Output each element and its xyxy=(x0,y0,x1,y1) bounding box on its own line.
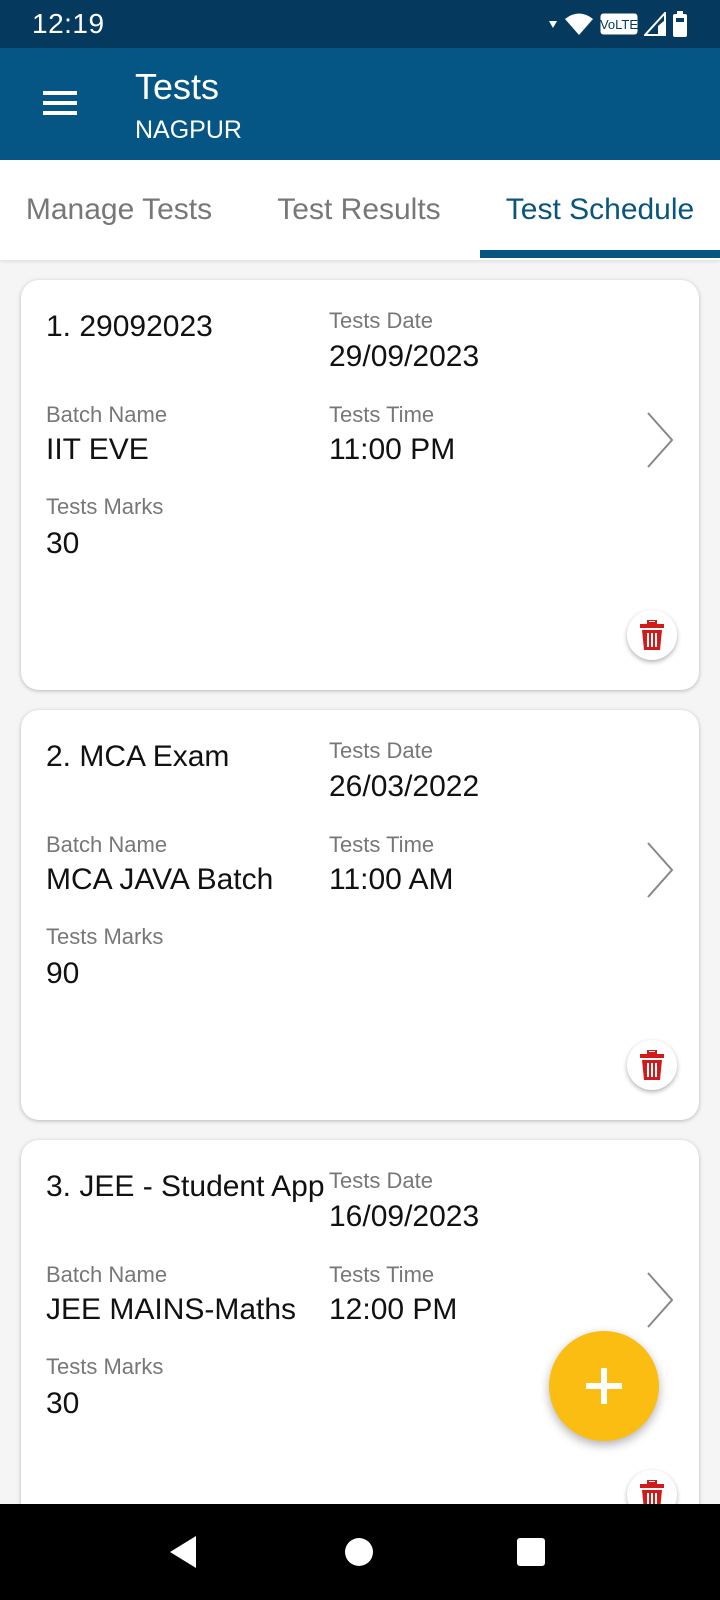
home-icon xyxy=(345,1538,373,1566)
tests-time-label: Tests Time xyxy=(329,1262,435,1287)
data-arrow-icon xyxy=(549,21,557,28)
volte-icon: VoLTE xyxy=(600,13,638,35)
batch-name-value: JEE MAINS-Maths xyxy=(46,1293,297,1326)
test-title: 1. 29092023 xyxy=(46,310,213,343)
add-test-button[interactable] xyxy=(549,1331,659,1441)
tests-marks-value: 30 xyxy=(46,1387,80,1420)
test-card[interactable]: 2. MCA Exam Tests Date 26/03/2022 Batch … xyxy=(21,710,699,1120)
tests-time-value: 11:00 PM xyxy=(329,433,456,466)
battery-icon xyxy=(673,11,687,37)
trash-icon xyxy=(640,620,664,650)
back-icon xyxy=(170,1536,196,1568)
menu-button[interactable] xyxy=(30,78,90,128)
status-icons: VoLTE xyxy=(548,11,688,37)
nav-recents-button[interactable] xyxy=(516,1534,546,1570)
tests-time-label: Tests Time xyxy=(329,832,435,857)
nav-back-button[interactable] xyxy=(168,1534,198,1570)
test-card[interactable]: 1. 29092023 Tests Date 29/09/2023 Batch … xyxy=(21,280,699,690)
delete-button[interactable] xyxy=(627,610,677,660)
tests-time-value: 12:00 PM xyxy=(329,1293,458,1326)
batch-name-value: IIT EVE xyxy=(46,433,149,466)
plus-icon xyxy=(586,1368,622,1404)
tests-time-label: Tests Time xyxy=(329,402,435,427)
app-bar: Tests NAGPUR xyxy=(0,48,720,160)
tests-date-value: 16/09/2023 xyxy=(329,1200,480,1233)
tests-marks-label: Tests Marks xyxy=(46,494,164,519)
hamburger-menu-icon xyxy=(43,91,77,115)
tests-time-value: 11:00 AM xyxy=(329,863,454,896)
tests-marks-label: Tests Marks xyxy=(46,1354,164,1379)
batch-name-label: Batch Name xyxy=(46,1262,168,1287)
tab-test-results[interactable]: Test Results xyxy=(238,160,480,260)
tests-marks-value: 90 xyxy=(46,957,80,990)
batch-name-label: Batch Name xyxy=(46,402,168,427)
delete-button[interactable] xyxy=(627,1040,677,1090)
trash-icon xyxy=(640,1050,664,1080)
system-nav-bar xyxy=(0,1504,720,1600)
tests-marks-label: Tests Marks xyxy=(46,924,164,949)
tests-date-label: Tests Date xyxy=(329,1168,433,1193)
test-title: 2. MCA Exam xyxy=(46,740,230,773)
chevron-right-icon[interactable] xyxy=(645,1270,675,1330)
test-title: 3. JEE - Student App xyxy=(46,1170,325,1203)
tests-date-value: 29/09/2023 xyxy=(329,340,480,373)
tests-date-label: Tests Date xyxy=(329,308,433,333)
status-bar: 12:19 VoLTE xyxy=(0,0,720,48)
svg-text:VoLTE: VoLTE xyxy=(600,17,638,32)
tests-marks-value: 30 xyxy=(46,527,80,560)
recents-icon xyxy=(517,1538,545,1566)
signal-icon xyxy=(644,12,666,36)
nav-home-button[interactable] xyxy=(344,1534,374,1570)
tab-manage-tests[interactable]: Manage Tests xyxy=(0,160,238,260)
status-time: 12:19 xyxy=(32,8,105,39)
wifi-icon xyxy=(565,13,593,35)
batch-name-value: MCA JAVA Batch xyxy=(46,863,274,896)
active-tab-indicator xyxy=(480,250,720,258)
batch-name-label: Batch Name xyxy=(46,832,168,857)
tab-bar: Manage Tests Test Results Test Schedule xyxy=(0,160,720,260)
chevron-right-icon[interactable] xyxy=(645,840,675,900)
page-title: Tests xyxy=(135,66,220,107)
tests-date-value: 26/03/2022 xyxy=(329,770,480,803)
page-subtitle: NAGPUR xyxy=(135,116,242,144)
chevron-right-icon[interactable] xyxy=(645,410,675,470)
tests-date-label: Tests Date xyxy=(329,738,433,763)
tab-test-schedule[interactable]: Test Schedule xyxy=(480,160,720,260)
